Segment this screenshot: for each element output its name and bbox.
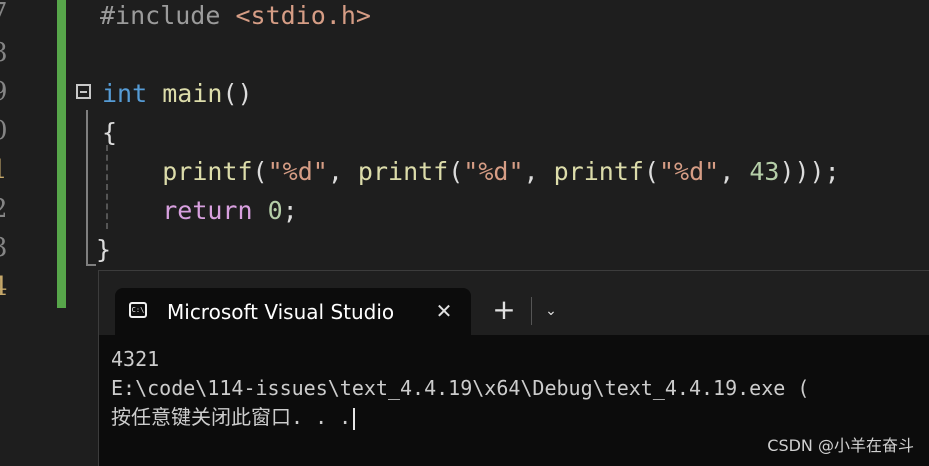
code-token: {: [102, 118, 118, 147]
tab-separator: [531, 297, 532, 325]
fold-guide-line: [86, 110, 88, 266]
change-indicator-bar: [57, 0, 66, 308]
terminal-window[interactable]: C:\ Microsoft Visual Studio ✕ + ⌄ 4321 E…: [98, 270, 929, 466]
console-prompt-text: 按任意键关闭此窗口. . .: [111, 405, 352, 429]
new-tab-icon[interactable]: +: [491, 295, 517, 325]
code-token: 43: [749, 157, 780, 186]
code-token: "%d": [463, 157, 524, 186]
code-token: (: [448, 157, 464, 186]
console-output[interactable]: 4321 E:\code\114-issues\text_4.4.19\x64\…: [111, 345, 809, 432]
line-number-gutter: 7 8 9 0 1 2 3 4: [0, 0, 14, 465]
code-token: 0: [267, 196, 283, 225]
code-line[interactable]: #include <stdio.h>: [100, 0, 371, 35]
console-window-icon: C:\: [129, 302, 147, 318]
collapse-toggle-icon[interactable]: [76, 84, 91, 99]
watermark: CSDN @小羊在奋斗: [767, 436, 914, 455]
line-number: 3: [0, 233, 11, 263]
code-line[interactable]: int main(): [102, 75, 253, 113]
console-line: 4321: [111, 347, 160, 371]
code-token: (: [643, 157, 659, 186]
line-number: 7: [0, 0, 11, 28]
line-number: 2: [0, 194, 11, 224]
line-number: 1: [0, 155, 11, 185]
text-cursor: [353, 407, 356, 430]
code-token: printf: [553, 157, 644, 186]
line-number: 8: [0, 38, 11, 68]
code-token: printf: [357, 157, 449, 186]
code-token: printf: [162, 157, 253, 186]
code-token: ;: [282, 196, 298, 225]
line-number: 9: [0, 77, 11, 107]
code-token: #include: [100, 1, 236, 30]
fold-guide-end: [86, 264, 96, 266]
code-line[interactable]: {: [102, 114, 117, 152]
code-token: ,: [327, 157, 358, 186]
terminal-tab[interactable]: C:\ Microsoft Visual Studio ✕: [115, 288, 471, 335]
code-line[interactable]: return 0;: [102, 192, 298, 230]
line-number: 4: [0, 272, 11, 302]
code-token: }: [96, 235, 112, 264]
code-token: "%d": [659, 157, 720, 186]
terminal-tab-bar: C:\ Microsoft Visual Studio ✕ + ⌄: [99, 271, 929, 335]
code-token: "%d": [267, 157, 328, 186]
code-token: ,: [719, 157, 750, 186]
code-token: int: [102, 79, 148, 108]
code-token: )));: [779, 157, 840, 186]
line-number: 0: [0, 116, 11, 146]
close-icon[interactable]: ✕: [433, 297, 455, 325]
chevron-down-icon[interactable]: ⌄: [539, 297, 563, 325]
code-token: ,: [523, 157, 554, 186]
code-token: return: [162, 196, 253, 225]
code-line[interactable]: }: [96, 231, 111, 269]
console-line: 按任意键关闭此窗口. . .: [111, 403, 809, 432]
code-token: main: [162, 79, 223, 108]
console-line: E:\code\114-issues\text_4.4.19\x64\Debug…: [111, 376, 810, 400]
tab-title: Microsoft Visual Studio: [167, 300, 395, 324]
code-token: (): [222, 79, 253, 108]
code-token: <stdio.h>: [235, 1, 371, 30]
code-line[interactable]: printf("%d", printf("%d", printf("%d", 4…: [102, 153, 840, 191]
code-token: (: [252, 157, 268, 186]
